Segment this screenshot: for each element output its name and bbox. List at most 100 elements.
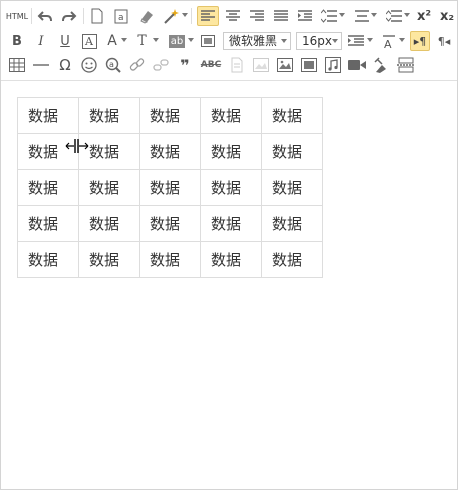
- insert-image-button[interactable]: [275, 55, 295, 75]
- special-char-button[interactable]: Ω: [55, 55, 75, 75]
- font-border-button[interactable]: A: [79, 31, 99, 51]
- table-cell[interactable]: 数据: [261, 169, 323, 206]
- paste-text-button[interactable]: a: [111, 6, 131, 26]
- ltr-button[interactable]: ▸¶: [410, 31, 430, 51]
- insert-video-button[interactable]: [347, 55, 367, 75]
- svg-text:a: a: [109, 60, 114, 69]
- table-cell[interactable]: 数据: [139, 205, 201, 242]
- table-cell[interactable]: 数据: [17, 205, 79, 242]
- table-cell[interactable]: 数据: [200, 133, 262, 170]
- link-button[interactable]: [127, 55, 147, 75]
- paragraph-spacing-button[interactable]: [351, 6, 371, 26]
- data-table[interactable]: 数据 数据 数据 数据 数据 数据 数据 数据 数据 数据 数据 数据 数据 数据 数据 数据 数据 数据 数据 数据…: [17, 97, 323, 278]
- anchor-button[interactable]: [227, 55, 247, 75]
- font-image-button[interactable]: [199, 31, 217, 51]
- table-row: 数据 数据 数据 数据 数据: [17, 133, 323, 170]
- table-cell[interactable]: 数据: [17, 97, 79, 134]
- table-cell[interactable]: 数据: [200, 169, 262, 206]
- font-family-value: 微软雅黑: [229, 34, 278, 48]
- picture-frame-icon: [201, 35, 215, 47]
- separator: [31, 8, 32, 24]
- paragraph-format-button[interactable]: [346, 31, 366, 51]
- format-painter-button[interactable]: [161, 6, 181, 26]
- table-cell[interactable]: 数据: [139, 241, 201, 278]
- table-cell[interactable]: 数据: [200, 241, 262, 278]
- unlink-button[interactable]: [151, 55, 171, 75]
- table-cell[interactable]: 数据: [17, 241, 79, 278]
- text-case-button[interactable]: A: [379, 31, 399, 51]
- table-cell[interactable]: 数据: [139, 97, 201, 134]
- table-cell[interactable]: 数据: [261, 205, 323, 242]
- table-row: 数据 数据 数据 数据 数据: [17, 169, 323, 206]
- chevron-down-icon[interactable]: [182, 13, 188, 17]
- font-size-select[interactable]: 16px: [296, 32, 342, 50]
- insert-music-button[interactable]: [323, 55, 343, 75]
- font-size-tool-button[interactable]: T: [133, 31, 151, 51]
- table-cell[interactable]: 数据: [200, 205, 262, 242]
- insert-attachment-button[interactable]: [371, 55, 391, 75]
- table-row: 数据 数据 数据 数据 数据: [17, 205, 323, 242]
- undo-button[interactable]: [35, 6, 55, 26]
- new-document-button[interactable]: [87, 6, 107, 26]
- emotion-button[interactable]: [79, 55, 99, 75]
- table-cell[interactable]: 数据: [261, 133, 323, 170]
- chevron-down-icon[interactable]: [404, 13, 410, 17]
- chevron-down-icon[interactable]: [367, 38, 373, 42]
- page-break-button[interactable]: [395, 55, 417, 75]
- rtl-button[interactable]: ¶◂: [434, 31, 454, 51]
- table-cell[interactable]: 数据: [78, 205, 140, 242]
- background-color-button[interactable]: ab: [167, 31, 187, 51]
- table-cell[interactable]: 数据: [78, 97, 140, 134]
- table-cell[interactable]: 数据: [139, 133, 201, 170]
- html-source-button[interactable]: HTML: [5, 6, 29, 26]
- bold-label: B: [12, 33, 22, 49]
- align-center-button[interactable]: [223, 6, 243, 26]
- chevron-down-icon[interactable]: [339, 13, 345, 17]
- chevron-down-icon[interactable]: [371, 13, 377, 17]
- search-replace-button[interactable]: a: [103, 55, 123, 75]
- font-color-button[interactable]: A: [103, 31, 121, 51]
- row-spacing-button[interactable]: [384, 6, 404, 26]
- line-height-button[interactable]: [319, 6, 339, 26]
- align-justify-button[interactable]: [271, 6, 291, 26]
- table-body: 数据 数据 数据 数据 数据 数据 数据 数据 数据 数据 数据 数据 数据 数据 数据 数据 数据 数据 数据 数据…: [17, 97, 323, 278]
- chevron-down-icon[interactable]: [153, 38, 159, 42]
- font-family-select[interactable]: 微软雅黑: [223, 32, 291, 50]
- editor-frame: HTML a x² x₂ B I U A A T ab 微软雅黑 16px A …: [0, 0, 458, 490]
- align-left-icon: [201, 10, 215, 21]
- align-justify-icon: [274, 10, 288, 21]
- subscript-button[interactable]: x₂: [437, 6, 457, 26]
- blockquote-button[interactable]: ❞: [175, 55, 195, 75]
- bold-button[interactable]: B: [7, 31, 27, 51]
- chevron-down-icon[interactable]: [399, 38, 405, 42]
- editor-content-area[interactable]: 数据 数据 数据 数据 数据 数据 数据 数据 数据 数据 数据 数据 数据 数据 数据 数据 数据 数据 数据 数据…: [1, 80, 457, 490]
- table-cell[interactable]: 数据: [200, 97, 262, 134]
- table-cell[interactable]: 数据: [261, 241, 323, 278]
- toolbar: HTML a x² x₂ B I U A A T ab 微软雅黑 16px A …: [1, 1, 457, 79]
- attachment-icon: [374, 57, 386, 73]
- column-resize-cursor-icon: [65, 139, 89, 153]
- superscript-button[interactable]: x²: [414, 6, 434, 26]
- page-break-icon: [397, 57, 415, 73]
- abc-label: ABC: [200, 60, 222, 70]
- table-cell[interactable]: 数据: [261, 97, 323, 134]
- table-cell[interactable]: 数据: [78, 169, 140, 206]
- table-cell[interactable]: 数据: [17, 169, 79, 206]
- horizontal-line-button[interactable]: [31, 55, 51, 75]
- clear-format-button[interactable]: [137, 6, 157, 26]
- redo-button[interactable]: [59, 6, 79, 26]
- insert-table-button[interactable]: [7, 55, 27, 75]
- table-cell[interactable]: 数据: [139, 169, 201, 206]
- chevron-down-icon[interactable]: [121, 38, 127, 42]
- row-spacing-icon: [386, 10, 402, 22]
- indent-button[interactable]: [295, 6, 315, 26]
- spellcheck-button[interactable]: ABC: [199, 55, 223, 75]
- underline-button[interactable]: U: [55, 31, 75, 51]
- insert-frame-button[interactable]: [299, 55, 319, 75]
- align-left-button[interactable]: [197, 6, 219, 26]
- italic-button[interactable]: I: [31, 31, 51, 51]
- align-right-button[interactable]: [247, 6, 267, 26]
- table-cell[interactable]: 数据: [78, 241, 140, 278]
- chevron-down-icon[interactable]: [188, 38, 194, 42]
- image-disabled-button[interactable]: [251, 55, 271, 75]
